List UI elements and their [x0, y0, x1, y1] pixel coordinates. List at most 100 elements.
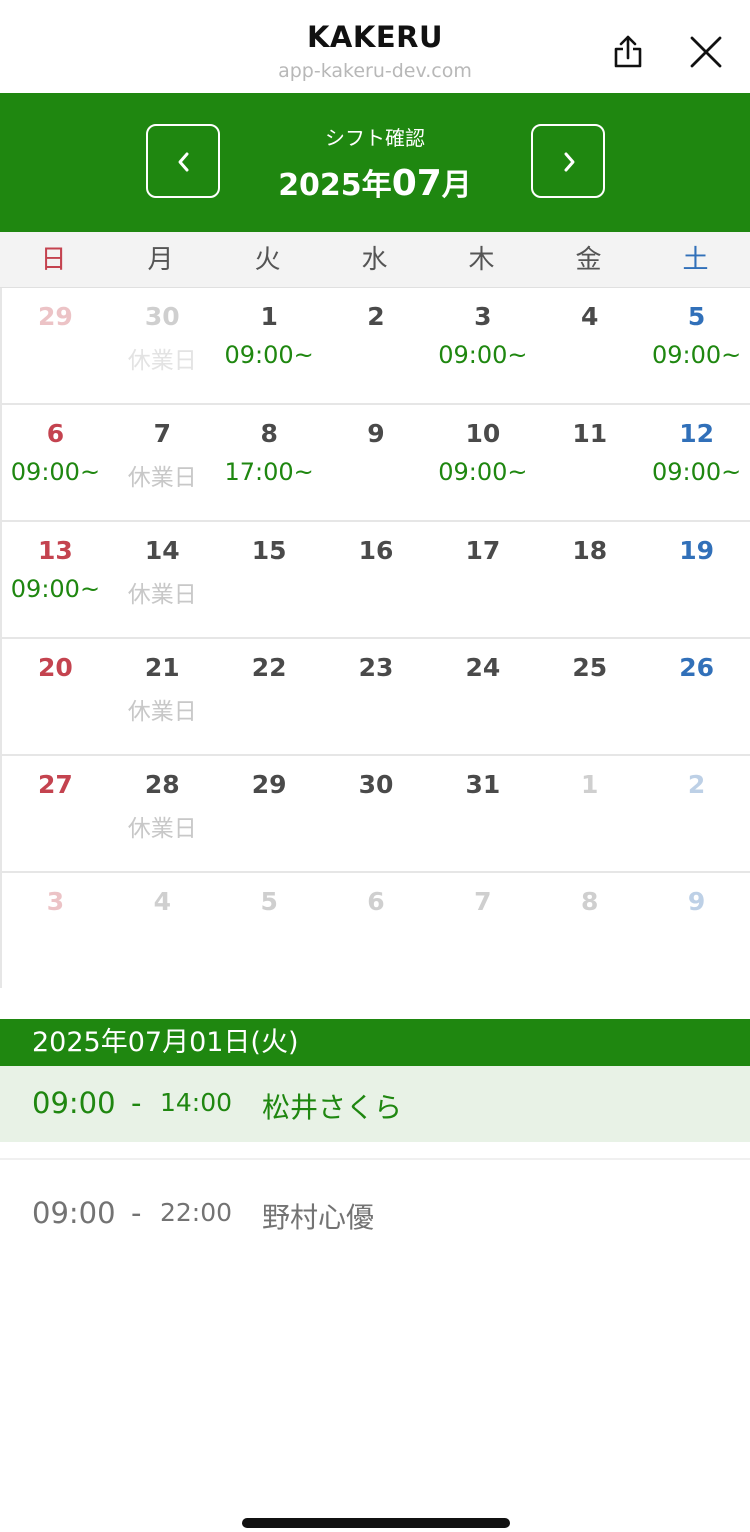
day-number: 27 — [38, 770, 73, 799]
calendar-day-cell[interactable]: 3 — [2, 873, 109, 988]
calendar-day-cell[interactable]: 25 — [536, 639, 643, 754]
calendar-day-cell[interactable]: 6 09:00~ — [2, 405, 109, 520]
calendar-day-cell[interactable]: 14 休業日 — [109, 522, 216, 637]
day-number: 6 — [367, 887, 385, 916]
calendar-day-cell[interactable]: 11 — [536, 405, 643, 520]
shift-end-time: 22:00 — [160, 1198, 233, 1227]
calendar-day-cell[interactable]: 15 — [216, 522, 323, 637]
day-number: 26 — [679, 653, 714, 682]
calendar-day-cell[interactable]: 2 — [323, 288, 430, 403]
calendar-day-cell[interactable]: 2 — [643, 756, 750, 871]
calendar-week-row: 29 30 休業日 1 09:00~ 2 3 09:00~ 4 5 09:00~ — [2, 288, 750, 405]
calendar-day-cell[interactable]: 31 — [429, 756, 536, 871]
calendar-day-cell[interactable]: 6 — [323, 873, 430, 988]
day-number: 31 — [465, 770, 501, 799]
calendar-week-row: 6 09:00~ 7 休業日 8 17:00~ 9 10 09:00~ 11 12 09:00~ — [2, 405, 750, 522]
calendar-day-cell[interactable]: 22 — [216, 639, 323, 754]
calendar-day-cell[interactable]: 26 — [643, 639, 750, 754]
weekday-wednesday: 水 — [361, 245, 388, 275]
day-number: 3 — [474, 302, 492, 331]
shift-start-label: 09:00~ — [224, 341, 314, 369]
calendar-day-cell[interactable]: 30 休業日 — [109, 288, 216, 403]
staff-name: 松井さくら — [262, 1091, 403, 1124]
day-number: 4 — [581, 302, 599, 331]
selected-date-header: 2025年07月01日(火) — [0, 1019, 750, 1066]
shift-start-label: 09:00~ — [651, 341, 742, 369]
calendar-day-cell[interactable]: 29 — [2, 288, 109, 403]
calendar-day-cell[interactable]: 21 休業日 — [109, 639, 216, 754]
calendar-day-cell[interactable]: 7 — [429, 873, 536, 988]
day-number: 2 — [367, 302, 385, 331]
day-number: 25 — [572, 653, 608, 682]
day-number: 14 — [144, 536, 180, 565]
shift-row[interactable]: 09:00 - 14:00 松井さくら — [0, 1066, 750, 1142]
weekday-monday: 月 — [147, 245, 174, 275]
day-number: 12 — [679, 419, 714, 448]
calendar-day-cell[interactable]: 27 — [2, 756, 109, 871]
day-number: 23 — [358, 653, 394, 682]
calendar-grid: 29 30 休業日 1 09:00~ 2 3 09:00~ 4 5 09:00~ 6 09:00~ 7 休業… — [0, 288, 750, 988]
day-number: 1 — [260, 302, 278, 331]
close-button[interactable] — [684, 30, 728, 74]
staff-name: 野村心優 — [262, 1201, 375, 1234]
close-icon — [690, 36, 722, 68]
shift-start-time: 09:00 — [32, 1196, 116, 1230]
calendar-day-cell[interactable]: 28 休業日 — [109, 756, 216, 871]
day-number: 20 — [38, 653, 73, 682]
calendar-day-cell[interactable]: 9 — [323, 405, 430, 520]
calendar-day-cell[interactable]: 20 — [2, 639, 109, 754]
day-number: 2 — [687, 770, 706, 799]
calendar-day-cell[interactable]: 23 — [323, 639, 430, 754]
day-number: 7 — [474, 887, 492, 916]
calendar-day-cell[interactable]: 24 — [429, 639, 536, 754]
day-number: 19 — [679, 536, 714, 565]
next-month-button[interactable] — [531, 124, 605, 198]
calendar-day-cell[interactable]: 10 09:00~ — [429, 405, 536, 520]
calendar-day-cell[interactable]: 7 休業日 — [109, 405, 216, 520]
calendar-day-cell[interactable]: 1 09:00~ — [216, 288, 323, 403]
shift-start-label: 17:00~ — [224, 458, 314, 486]
calendar-day-cell[interactable]: 12 09:00~ — [643, 405, 750, 520]
day-number: 13 — [38, 536, 73, 565]
calendar-day-cell[interactable]: 30 — [323, 756, 430, 871]
calendar-day-cell[interactable]: 4 — [536, 288, 643, 403]
calendar-day-cell[interactable]: 9 — [643, 873, 750, 988]
day-number: 24 — [465, 653, 501, 682]
holiday-label: 休業日 — [127, 816, 197, 842]
calendar-day-cell[interactable]: 3 09:00~ — [429, 288, 536, 403]
calendar-day-cell[interactable]: 5 — [216, 873, 323, 988]
day-number: 28 — [144, 770, 180, 799]
calendar-day-cell[interactable]: 29 — [216, 756, 323, 871]
calendar-header: シフト確認 2025年07月 — [0, 93, 750, 232]
calendar-day-cell[interactable]: 16 — [323, 522, 430, 637]
calendar-day-cell[interactable]: 5 09:00~ — [643, 288, 750, 403]
header-label: シフト確認 — [325, 126, 425, 150]
day-number: 30 — [358, 770, 394, 799]
current-month-number: 07 — [391, 163, 442, 204]
day-number: 6 — [46, 419, 65, 448]
share-icon — [614, 35, 642, 68]
weekday-tuesday: 火 — [254, 245, 281, 275]
weekday-friday: 金 — [575, 245, 602, 275]
calendar-day-cell[interactable]: 8 17:00~ — [216, 405, 323, 520]
calendar-day-cell[interactable]: 13 09:00~ — [2, 522, 109, 637]
calendar-day-cell[interactable]: 4 — [109, 873, 216, 988]
calendar-day-cell[interactable]: 17 — [429, 522, 536, 637]
calendar-day-cell[interactable]: 1 — [536, 756, 643, 871]
share-button[interactable] — [606, 30, 650, 74]
weekday-saturday: 土 — [682, 245, 709, 275]
day-number: 8 — [260, 419, 278, 448]
calendar-day-cell[interactable]: 18 — [536, 522, 643, 637]
day-number: 9 — [687, 887, 706, 916]
current-year: 2025年 — [278, 168, 392, 203]
day-number: 21 — [144, 653, 180, 682]
calendar-day-cell[interactable]: 19 — [643, 522, 750, 637]
divider — [0, 1158, 750, 1160]
weekday-sunday: 日 — [40, 245, 67, 275]
chevron-right-icon — [564, 152, 575, 172]
current-month-suffix: 月 — [441, 168, 472, 203]
calendar-day-cell[interactable]: 8 — [536, 873, 643, 988]
shift-row[interactable]: 09:00 - 22:00 野村心優 — [0, 1176, 750, 1252]
shift-start-label: 09:00~ — [438, 458, 528, 486]
day-number: 4 — [153, 887, 171, 916]
